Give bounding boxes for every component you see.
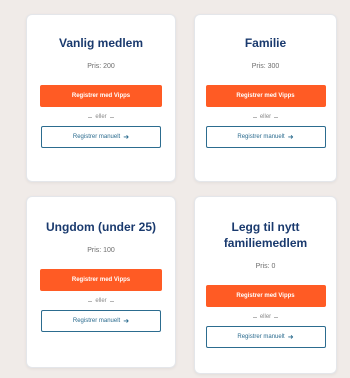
arrow-right-icon: ➜ xyxy=(123,317,130,325)
divider-line xyxy=(109,116,114,118)
or-divider: eller xyxy=(252,113,279,121)
membership-card-add-family-member: Legg til nytt familiemedlem Pris: 0 Regi… xyxy=(194,196,337,374)
card-title: Ungdom (under 25) xyxy=(46,220,156,234)
arrow-right-icon: ➜ xyxy=(123,133,130,141)
membership-page: Vanlig medlem Pris: 200 Registrer med Vi… xyxy=(0,0,350,378)
divider-line xyxy=(88,116,93,118)
card-title: Legg til nytt familiemedlem xyxy=(223,220,308,250)
card-price: Pris: 200 xyxy=(87,63,115,70)
register-manual-label: Registrer manuelt xyxy=(72,318,121,324)
arrow-right-icon: ➜ xyxy=(287,133,294,141)
divider-line xyxy=(252,116,257,118)
or-label: eller xyxy=(259,314,272,320)
card-title: Familie xyxy=(244,36,287,50)
register-vipps-button[interactable]: Registrer med Vipps xyxy=(205,85,326,107)
register-vipps-button[interactable]: Registrer med Vipps xyxy=(40,269,162,291)
register-manual-label: Registrer manuelt xyxy=(237,334,285,340)
divider-line xyxy=(274,316,279,318)
or-divider: eller xyxy=(252,313,279,321)
divider-line xyxy=(274,116,279,118)
divider-line xyxy=(109,300,114,302)
register-manual-button[interactable]: Registrer manuelt ➜ xyxy=(205,126,326,148)
register-manual-label: Registrer manuelt xyxy=(72,134,121,140)
card-price: Pris: 100 xyxy=(87,247,115,254)
membership-card-family: Familie Pris: 300 Registrer med Vipps el… xyxy=(194,14,337,182)
or-label: eller xyxy=(95,298,107,304)
card-title: Vanlig medlem xyxy=(58,36,144,50)
membership-card-youth: Ungdom (under 25) Pris: 100 Registrer me… xyxy=(26,196,176,368)
register-manual-button[interactable]: Registrer manuelt ➜ xyxy=(41,310,161,332)
or-label: eller xyxy=(95,114,107,120)
membership-card-regular: Vanlig medlem Pris: 200 Registrer med Vi… xyxy=(26,14,176,182)
card-price: Pris: 300 xyxy=(251,63,280,70)
divider-line xyxy=(88,300,93,302)
register-manual-button[interactable]: Registrer manuelt ➜ xyxy=(205,326,326,348)
or-divider: eller xyxy=(88,297,114,305)
register-manual-label: Registrer manuelt xyxy=(237,134,285,140)
divider-line xyxy=(252,316,257,318)
or-label: eller xyxy=(259,114,272,120)
or-divider: eller xyxy=(88,113,114,121)
register-vipps-button[interactable]: Registrer med Vipps xyxy=(205,285,326,307)
arrow-right-icon: ➜ xyxy=(287,333,294,341)
register-manual-button[interactable]: Registrer manuelt ➜ xyxy=(41,126,161,148)
card-price: Pris: 0 xyxy=(255,263,276,270)
register-vipps-button[interactable]: Registrer med Vipps xyxy=(40,85,162,107)
